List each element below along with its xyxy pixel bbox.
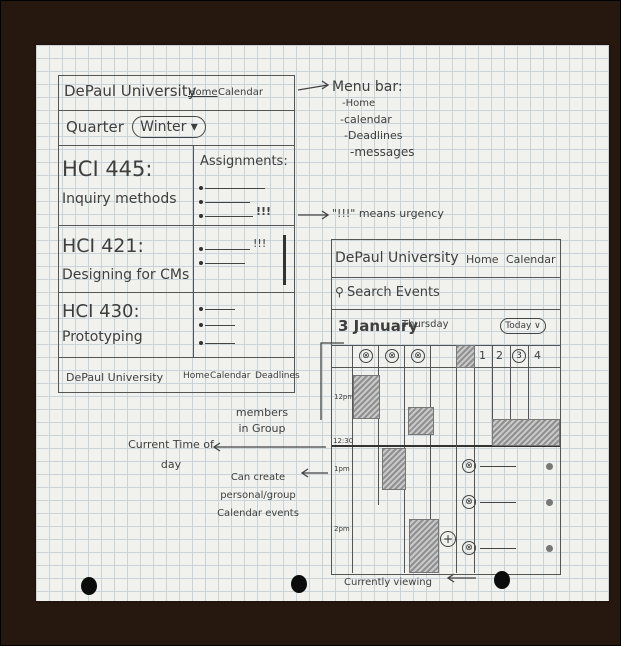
photo-frame: DePaul University Home Calendar Quarter …	[0, 0, 621, 646]
add-event-button[interactable]: +	[440, 531, 456, 547]
calendar-event[interactable]	[409, 519, 439, 573]
time-label: 1pm	[334, 465, 350, 473]
day-number[interactable]: 1	[479, 349, 486, 362]
current-time-note: Current Time of day	[128, 438, 214, 471]
member-icon[interactable]: ⊗	[359, 349, 373, 363]
time-label: 12pm	[334, 393, 355, 401]
divider	[331, 277, 561, 278]
menu-bar-note-item: -Home	[342, 98, 376, 109]
selected-day-number[interactable]: 3	[512, 349, 526, 363]
menu-bar-note-item: -Deadlines	[344, 129, 403, 142]
grid-line	[378, 345, 379, 505]
member-avatar-icon[interactable]: ⊗	[462, 495, 476, 509]
weekday-label: Thursday	[402, 319, 449, 330]
calendar-header-home-link[interactable]: Home	[466, 253, 498, 266]
calendar-event[interactable]	[492, 419, 560, 446]
past-day-cell	[456, 345, 475, 368]
member-avatar-icon[interactable]: ⊗	[462, 541, 476, 555]
graph-paper: DePaul University Home Calendar Quarter …	[36, 45, 609, 601]
member-avatar-icon[interactable]: ⊗	[462, 459, 476, 473]
time-label: 2pm	[334, 525, 350, 533]
today-button-label: Today ∨	[505, 321, 541, 331]
time-label: 12:30	[333, 437, 354, 445]
today-button[interactable]: Today ∨	[500, 318, 546, 334]
create-events-note: Can create personal/group Calendar event…	[217, 472, 299, 519]
member-icon[interactable]: ⊗	[385, 349, 399, 363]
member-status-indicator	[546, 463, 553, 470]
menu-bar-note-item: -calendar	[340, 113, 392, 126]
member-status-indicator	[546, 499, 553, 506]
currently-viewing-note: Currently viewing	[344, 577, 432, 588]
binder-hole	[494, 571, 510, 589]
member-status-indicator	[546, 545, 553, 552]
search-icon: ⚲	[335, 285, 344, 299]
calendar-event[interactable]	[353, 375, 380, 419]
menu-bar-note-title: Menu bar:	[332, 79, 403, 95]
grid-line	[331, 345, 561, 346]
calendar-header-brand[interactable]: DePaul University	[335, 250, 459, 266]
members-note: members in Group	[235, 406, 289, 435]
member-name-line	[480, 548, 516, 549]
grid-line	[331, 367, 561, 368]
member-name-line	[480, 502, 516, 503]
calendar-event[interactable]	[382, 448, 406, 490]
divider	[331, 309, 561, 310]
search-input[interactable]: Search Events	[347, 285, 440, 300]
day-number[interactable]: 4	[534, 349, 541, 362]
binder-hole	[81, 577, 97, 595]
member-icon[interactable]: ⊗	[411, 349, 425, 363]
calendar-header-calendar-link[interactable]: Calendar	[506, 253, 555, 266]
day-number[interactable]: 2	[496, 349, 503, 362]
urgency-note: "!!!" means urgency	[332, 207, 444, 220]
binder-hole	[291, 575, 307, 593]
menu-bar-note-item: -messages	[350, 145, 415, 159]
member-name-line	[480, 466, 516, 467]
calendar-event[interactable]	[408, 407, 434, 435]
